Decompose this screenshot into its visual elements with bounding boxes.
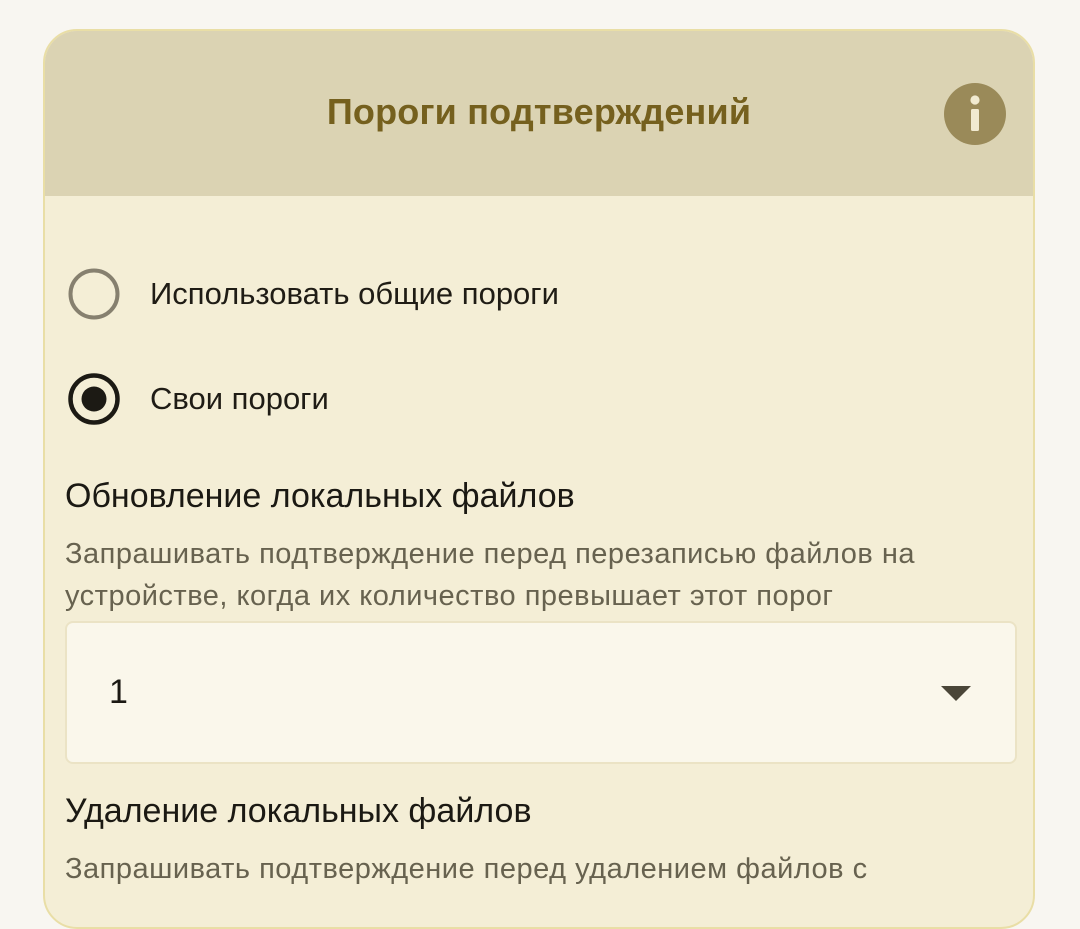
card-header: Пороги подтверждений (45, 31, 1033, 196)
radio-label: Свои пороги (150, 381, 329, 416)
card-title: Пороги подтверждений (326, 91, 752, 132)
confirmation-thresholds-card: Пороги подтверждений Использовать общие … (43, 29, 1035, 929)
update-local-files-description: Запрашивать подтверждение перед перезапи… (65, 538, 915, 612)
radio-label: Использовать общие пороги (150, 276, 559, 311)
update-local-files-title: Обновление локальных файлов (65, 477, 575, 515)
radio-custom-thresholds[interactable]: Свои пороги (67, 372, 329, 426)
caret-down-icon (941, 686, 971, 701)
radio-unselected-icon[interactable] (67, 267, 121, 321)
delete-local-files-title: Удаление локальных файлов (65, 792, 532, 830)
radio-selected-icon[interactable] (67, 372, 121, 426)
info-icon (970, 95, 980, 131)
info-button[interactable] (944, 83, 1006, 145)
select-value: 1 (109, 673, 128, 711)
radio-use-common-thresholds[interactable]: Использовать общие пороги (67, 267, 559, 321)
delete-local-files-description: Запрашивать подтверждение перед удаление… (65, 853, 868, 885)
update-threshold-select[interactable]: 1 (65, 621, 1017, 764)
